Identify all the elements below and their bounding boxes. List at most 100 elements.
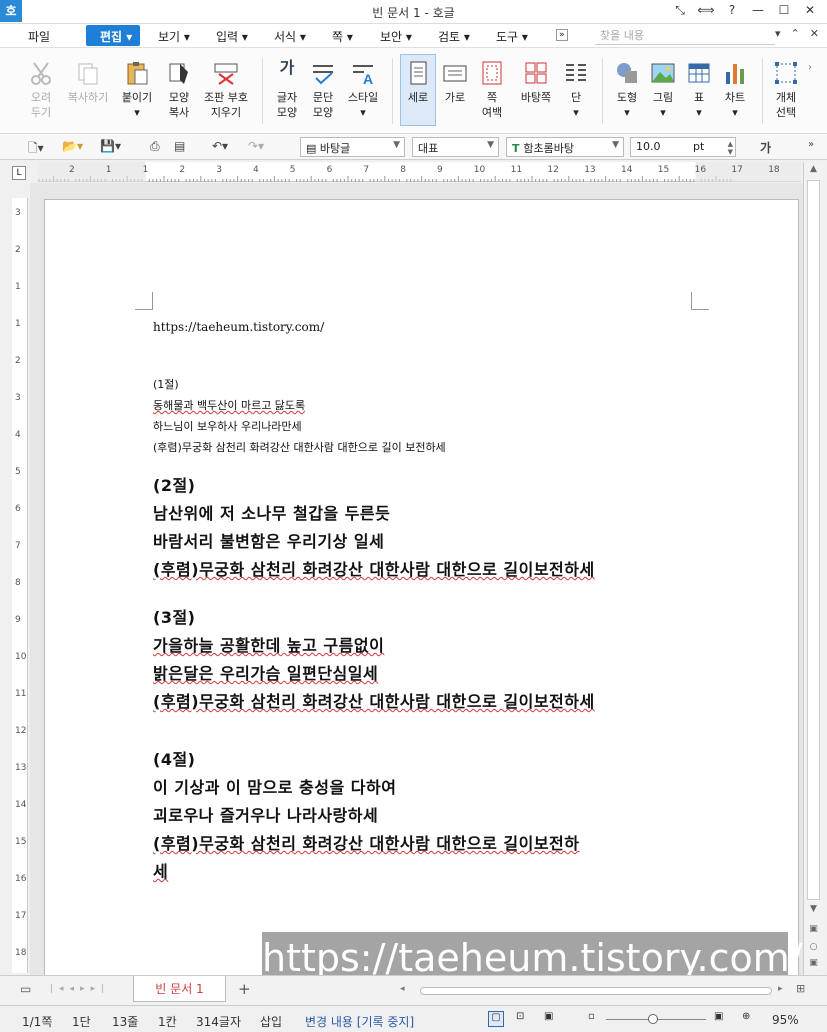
vertical-scrollbar[interactable]: ▲ ▼ ▣ ○ ▣ xyxy=(803,162,823,975)
prev-page-icon[interactable]: ▣ xyxy=(807,924,820,934)
print-icon[interactable]: ⎙ xyxy=(150,139,160,154)
menu-more-icon[interactable]: » xyxy=(556,29,568,41)
columns-button[interactable]: 단 ▾ xyxy=(562,60,590,120)
picture-button[interactable]: 그림 ▾ xyxy=(648,60,678,120)
horizontal-scrollbar[interactable] xyxy=(420,987,772,995)
scroll-up-icon[interactable]: ▲ xyxy=(807,164,820,174)
cut-button[interactable]: 오려 두기 xyxy=(24,60,58,120)
verse4-line1: 이 기상과 이 맘으로 충성을 다하여 xyxy=(153,778,397,797)
menu-view[interactable]: 보기 ▾ xyxy=(158,28,190,45)
copy-button[interactable]: 복사하기 xyxy=(64,60,112,105)
vruler-number: 6 xyxy=(15,504,21,514)
status-track-changes[interactable]: 변경 내용 [기록 중지] xyxy=(305,1013,414,1030)
page-bg-button[interactable]: 바탕쪽 xyxy=(516,60,556,105)
zoom-in-icon[interactable]: ▣ xyxy=(714,1011,723,1022)
new-doc-icon[interactable]: 🗋▾ xyxy=(28,139,44,160)
verse4-chorus-end: 세 xyxy=(153,862,169,881)
collapse-ribbon-icon[interactable]: ⌃ xyxy=(791,27,800,40)
char-format-button[interactable]: 가 xyxy=(760,139,771,156)
zoom-slider-thumb[interactable] xyxy=(648,1014,658,1024)
scroll-down-icon[interactable]: ▼ xyxy=(807,904,820,914)
portrait-button[interactable]: 세로 xyxy=(400,54,436,126)
maximize-button[interactable]: ☐ xyxy=(775,3,793,18)
clear-marks-button[interactable]: 조판 부호 지우기 xyxy=(200,60,252,120)
zoom-level[interactable]: 95% xyxy=(772,1013,799,1027)
minimize-button[interactable]: — xyxy=(749,3,767,18)
ruler-number: 10 xyxy=(473,165,486,175)
resize-icon[interactable]: ⤡ xyxy=(671,3,689,18)
toolbar-more-icon[interactable]: » xyxy=(808,139,814,150)
chevron-down-icon: ▼ xyxy=(487,140,494,150)
verse4-line2: 괴로우나 즐거우나 나라사랑하세 xyxy=(153,806,379,825)
status-page[interactable]: 1/1쪽 xyxy=(22,1013,52,1030)
ruler-number: 1 xyxy=(105,165,112,175)
view-normal-icon[interactable]: ▢ xyxy=(488,1011,504,1027)
format-copy-button[interactable]: 모양 복사 xyxy=(162,60,196,120)
search-input[interactable]: 찾을 내용 xyxy=(595,27,775,45)
menu-edit[interactable]: 편집 ▾ xyxy=(86,25,141,46)
undo-icon[interactable]: ↶▾ xyxy=(212,139,228,153)
tab-list-icon[interactable]: ▭ xyxy=(20,982,31,996)
zoom-out-icon[interactable]: ▫ xyxy=(588,1011,595,1022)
page-select-icon[interactable]: ○ xyxy=(807,942,820,952)
status-mode[interactable]: 삽입 xyxy=(260,1013,282,1030)
scroll-thumb[interactable] xyxy=(807,180,820,900)
vruler-number: 10 xyxy=(15,652,27,662)
zoom-icon[interactable]: ⊕ xyxy=(742,1011,750,1022)
font-combo[interactable]: T 함초롬바탕 ▼ xyxy=(506,137,624,157)
size-stepper-icon[interactable]: ▲ ▼ xyxy=(728,140,733,156)
tab-nav-icon[interactable]: |◂◂▸▸| xyxy=(50,984,110,994)
vertical-ruler[interactable]: 3 2 1 1 2 3 4 5 6 7 8 9 10 11 12 13 14 15 16 17 18 xyxy=(12,198,28,973)
split-icon[interactable]: ⟺ xyxy=(697,3,715,18)
chart-button[interactable]: 차트 ▾ xyxy=(720,60,750,120)
shape-button[interactable]: 도형 ▾ xyxy=(610,60,644,120)
document-page[interactable]: https://taeheum.tistory.com/ (1절) 동해물과 백… xyxy=(44,199,799,999)
menu-review[interactable]: 검토 ▾ xyxy=(438,28,470,45)
ribbon-scroll-icon[interactable]: › xyxy=(808,62,812,73)
view-page-icon[interactable]: ▣ xyxy=(544,1011,553,1022)
redo-icon[interactable]: ↷▾ xyxy=(248,139,264,153)
style-combo[interactable]: ▤ 바탕글 ▼ xyxy=(300,137,405,157)
help-icon[interactable]: ? xyxy=(723,3,741,18)
menu-security[interactable]: 보안 ▾ xyxy=(380,28,412,45)
para-shape-button[interactable]: 문단 모양 xyxy=(306,60,340,120)
split-view-icon[interactable]: ⊞ xyxy=(796,982,805,995)
view-fit-icon[interactable]: ⊡ xyxy=(516,1011,524,1022)
ruler-number: 17 xyxy=(731,165,743,175)
add-tab-button[interactable]: + xyxy=(238,980,251,998)
language-combo[interactable]: 대표 ▼ xyxy=(412,137,499,157)
char-shape-button[interactable]: 가 글자 모양 xyxy=(270,60,304,120)
next-page-icon[interactable]: ▣ xyxy=(807,958,820,968)
ruler-toggle-icon[interactable]: L xyxy=(12,166,26,180)
preview-icon[interactable]: ▤ xyxy=(174,139,185,153)
horizontal-ruler[interactable]: 2 1 1 2 3 4 5 6 7 8 9 10 11 12 13 14 15 16 17 18 xyxy=(38,162,801,182)
menu-format[interactable]: 서식 ▾ xyxy=(274,28,306,45)
open-folder-icon[interactable]: 📂▾ xyxy=(62,139,83,153)
close-doc-icon[interactable]: ✕ xyxy=(810,27,819,40)
format-painter-icon xyxy=(166,60,192,86)
table-button[interactable]: 표 ▾ xyxy=(684,60,714,120)
verse2-line2: 바람서리 불변함은 우리기상 일세 xyxy=(153,532,385,551)
font-size-combo[interactable]: 10.0 pt ▲ ▼ xyxy=(630,137,736,157)
hscroll-left-icon[interactable]: ◂ xyxy=(400,984,405,994)
paste-button[interactable]: 붙이기 ▾ xyxy=(118,60,156,120)
document-body[interactable]: https://taeheum.tistory.com/ (1절) 동해물과 백… xyxy=(153,320,713,886)
select-object-button[interactable]: 개체 선택 xyxy=(770,60,802,120)
save-icon[interactable]: 💾▾ xyxy=(100,139,121,153)
hscroll-right-icon[interactable]: ▸ xyxy=(778,984,783,994)
style-combo-icon: ▤ xyxy=(306,142,320,155)
menu-tools[interactable]: 도구 ▾ xyxy=(496,28,528,45)
menu-input[interactable]: 입력 ▾ xyxy=(216,28,248,45)
menu-page[interactable]: 쪽 ▾ xyxy=(332,28,353,45)
close-button[interactable]: ✕ xyxy=(801,3,819,18)
page-margin-button[interactable]: 쪽 여백 xyxy=(476,60,508,120)
style-button[interactable]: A 스타일 ▾ xyxy=(344,60,382,120)
search-dropdown-icon[interactable]: ▾ xyxy=(775,27,781,40)
verse1-chorus: (후렴)무궁화 삼천리 화려강산 대한사람 대한으로 길이 보전하세 xyxy=(153,441,446,454)
ruler-number: 15 xyxy=(657,165,670,175)
tab-document-1[interactable]: 빈 문서 1 xyxy=(133,976,226,1002)
menu-file[interactable]: 파일 xyxy=(28,28,50,45)
vruler-number: 13 xyxy=(15,763,27,773)
ruler-number: 16 xyxy=(694,165,707,175)
landscape-button[interactable]: 가로 xyxy=(440,60,470,105)
